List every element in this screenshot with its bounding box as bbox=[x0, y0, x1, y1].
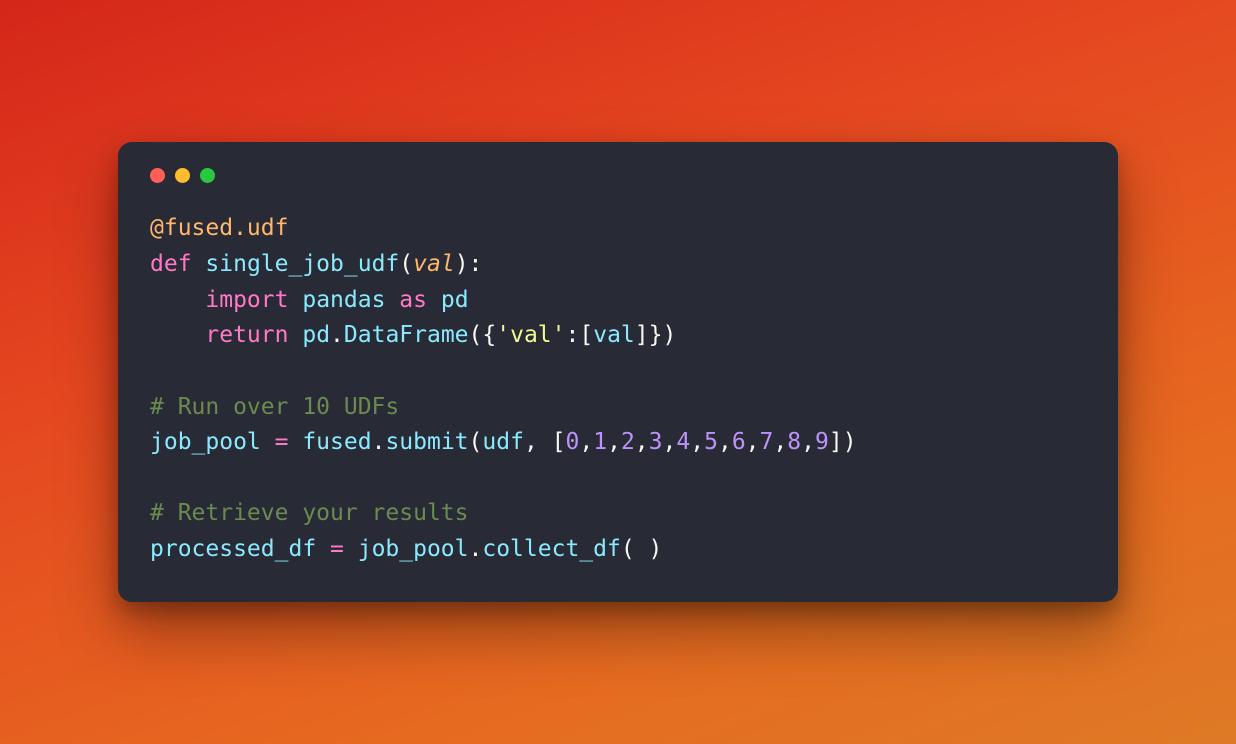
function-name: single_job_udf bbox=[205, 251, 399, 277]
keyword-import: import bbox=[205, 287, 288, 313]
id-dataframe: DataFrame bbox=[344, 322, 469, 348]
module-pandas: pandas bbox=[302, 287, 385, 313]
dot: . bbox=[469, 536, 483, 562]
dot: . bbox=[372, 429, 386, 455]
var-job-pool: job_pool bbox=[150, 429, 261, 455]
param-val: val bbox=[413, 251, 455, 277]
comment-run: # Run over 10 UDFs bbox=[150, 394, 399, 420]
num: 9 bbox=[815, 429, 829, 455]
equals: = bbox=[261, 429, 303, 455]
paren-close: ) bbox=[843, 429, 857, 455]
string-val: 'val' bbox=[496, 322, 565, 348]
comma: , bbox=[773, 429, 787, 455]
comma: , bbox=[718, 429, 732, 455]
num: 2 bbox=[621, 429, 635, 455]
num: 6 bbox=[732, 429, 746, 455]
empty-call: ( ) bbox=[621, 536, 663, 562]
comma: , bbox=[635, 429, 649, 455]
decorator: @fused.udf bbox=[150, 215, 288, 241]
indent bbox=[150, 287, 205, 313]
code-block: @fused.udf def single_job_udf(val): impo… bbox=[150, 211, 1086, 567]
var-val: val bbox=[593, 322, 635, 348]
num: 0 bbox=[566, 429, 580, 455]
alias-pd: pd bbox=[441, 287, 469, 313]
comment-retrieve: # Retrieve your results bbox=[150, 500, 469, 526]
comma: , bbox=[663, 429, 677, 455]
keyword-as: as bbox=[399, 287, 427, 313]
keyword-return: return bbox=[205, 322, 288, 348]
id-submit: submit bbox=[385, 429, 468, 455]
comma: , bbox=[801, 429, 815, 455]
num: 1 bbox=[593, 429, 607, 455]
arg-udf: udf bbox=[482, 429, 524, 455]
zoom-icon[interactable] bbox=[200, 168, 215, 183]
indent bbox=[150, 322, 205, 348]
brace-close: } bbox=[649, 322, 663, 348]
code-window: @fused.udf def single_job_udf(val): impo… bbox=[118, 142, 1118, 601]
num: 4 bbox=[676, 429, 690, 455]
num: 8 bbox=[787, 429, 801, 455]
paren-open: ( bbox=[469, 322, 483, 348]
equals: = bbox=[316, 536, 358, 562]
num: 5 bbox=[704, 429, 718, 455]
num: 7 bbox=[760, 429, 774, 455]
dot: . bbox=[330, 322, 344, 348]
brace-open: { bbox=[482, 322, 496, 348]
paren-open: ( bbox=[399, 251, 413, 277]
var-processed-df: processed_df bbox=[150, 536, 316, 562]
paren-close-colon: ): bbox=[455, 251, 483, 277]
minimize-icon[interactable] bbox=[175, 168, 190, 183]
keyword-def: def bbox=[150, 251, 192, 277]
var-job-pool: job_pool bbox=[358, 536, 469, 562]
paren-open: ( bbox=[469, 429, 483, 455]
comma: , bbox=[746, 429, 760, 455]
bracket-open: [ bbox=[552, 429, 566, 455]
bracket-close: ] bbox=[829, 429, 843, 455]
traffic-lights bbox=[150, 168, 1086, 183]
background: @fused.udf def single_job_udf(val): impo… bbox=[0, 0, 1236, 744]
id-fused: fused bbox=[302, 429, 371, 455]
id-pd: pd bbox=[302, 322, 330, 348]
comma: , bbox=[690, 429, 704, 455]
paren-close: ) bbox=[662, 322, 676, 348]
comma: , bbox=[607, 429, 621, 455]
comma: , bbox=[579, 429, 593, 455]
bracket-close: ] bbox=[635, 322, 649, 348]
close-icon[interactable] bbox=[150, 168, 165, 183]
colon: : bbox=[566, 322, 580, 348]
id-collect-df: collect_df bbox=[482, 536, 620, 562]
comma: , bbox=[524, 429, 552, 455]
bracket-open: [ bbox=[579, 322, 593, 348]
num: 3 bbox=[649, 429, 663, 455]
